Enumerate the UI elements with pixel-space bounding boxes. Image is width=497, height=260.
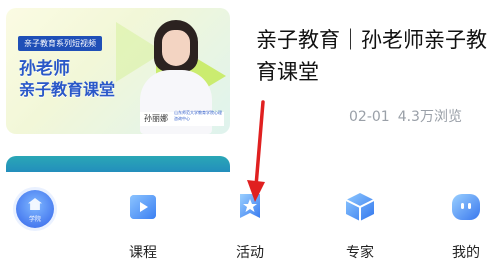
teacher-name-plate: 孙丽娜 山东师范大学教育学院心理咨询中心: [140, 110, 224, 126]
teacher-caption: 山东师范大学教育学院心理咨询中心: [174, 110, 222, 121]
tab-courses[interactable]: 课程: [107, 190, 179, 260]
tab-experts-label: 专家: [346, 245, 374, 260]
tab-activities[interactable]: 活动: [214, 190, 286, 260]
course-date: 02-01: [349, 109, 390, 125]
tab-home-label: 学院: [28, 216, 41, 223]
cube-box-icon: [343, 190, 377, 224]
tab-mine[interactable]: 我的: [430, 190, 497, 260]
bottom-tab-bar: 学院 课程 活动 专家 我的: [0, 172, 497, 260]
tab-mine-label: 我的: [452, 245, 480, 260]
star-flag-icon: [233, 190, 267, 224]
tab-activities-label: 活动: [236, 245, 264, 260]
teacher-name: 孙丽娜: [144, 114, 168, 123]
course-views: 4.3万浏览: [397, 109, 462, 125]
thumbnail-series-tag: 亲子教育系列短视频: [18, 36, 102, 51]
tab-home[interactable]: 学院: [16, 190, 54, 228]
course-title[interactable]: 亲子教育｜孙老师亲子教育课堂: [256, 24, 488, 88]
play-book-icon: [126, 190, 160, 224]
chat-face-icon: [449, 190, 483, 224]
course-meta: 02-01 4.3万浏览: [349, 106, 462, 126]
course-card[interactable]: 亲子教育系列短视频 孙老师 亲子教育课堂 孙丽娜 山东师范大学教育学院心理咨询中…: [0, 0, 497, 152]
thumbnail-title-line2: 亲子教育课堂: [19, 80, 116, 99]
home-house-icon: [28, 198, 42, 210]
tab-courses-label: 课程: [129, 245, 157, 260]
tab-experts[interactable]: 专家: [324, 190, 396, 260]
